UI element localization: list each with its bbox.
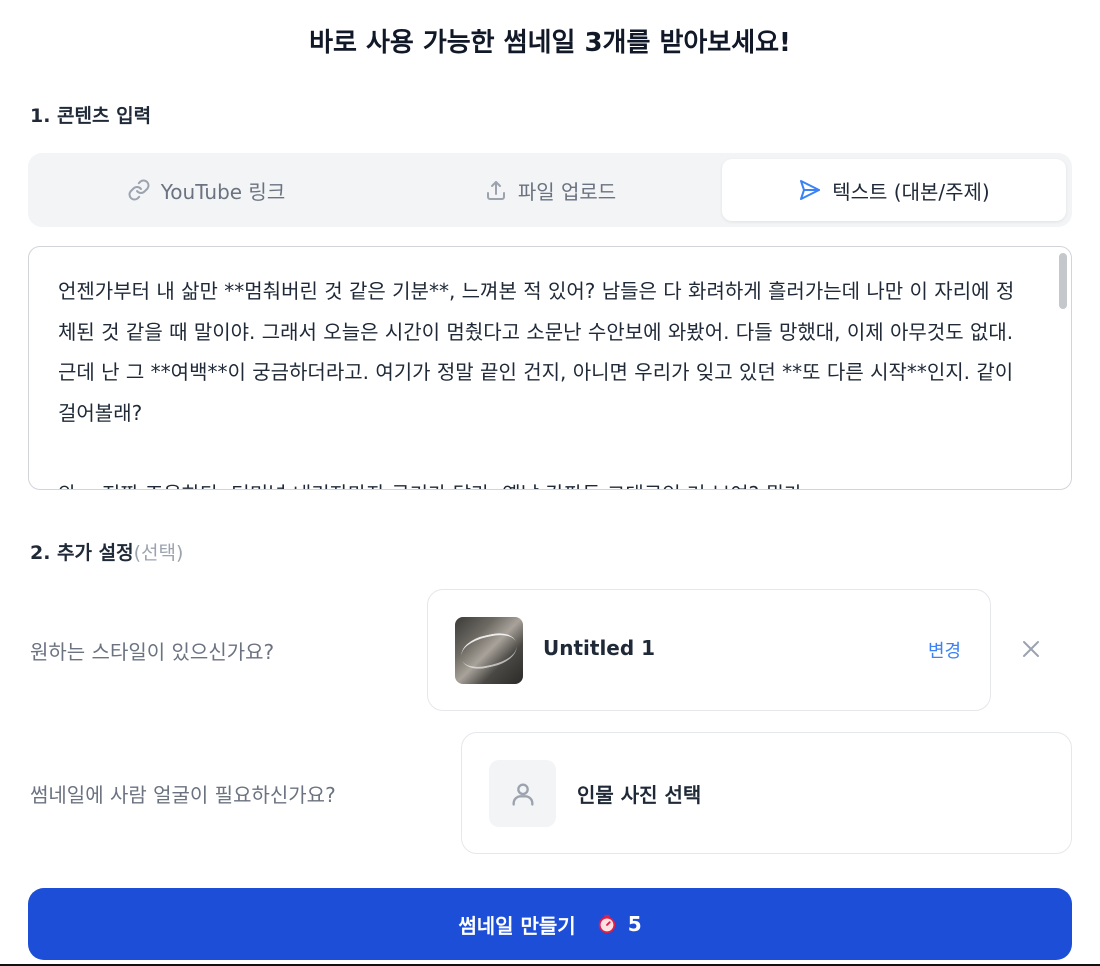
- send-icon: [800, 180, 821, 200]
- remove-style-button[interactable]: [1019, 637, 1043, 661]
- style-card: Untitled 1 변경: [427, 589, 991, 711]
- input-mode-tabs: YouTube 링크 파일 업로드 텍스트 (대본/주제): [28, 153, 1072, 227]
- make-thumbnail-label: 썸네일 만들기: [458, 913, 576, 938]
- tab-youtube-link[interactable]: YouTube 링크: [34, 159, 378, 221]
- style-question: 원하는 스타일이 있으신가요?: [30, 640, 275, 664]
- make-thumbnail-button[interactable]: 썸네일 만들기 5: [28, 888, 1072, 960]
- person-icon-box: [489, 760, 556, 827]
- select-person-photo-button[interactable]: 인물 사진 선택: [461, 732, 1072, 854]
- person-icon: [511, 783, 533, 806]
- section-label-content-input: 1. 콘텐츠 입력: [30, 105, 152, 127]
- section-label-extra-settings: 2. 추가 설정(선택): [30, 538, 183, 565]
- tab-text-script[interactable]: 텍스트 (대본/주제): [722, 159, 1066, 221]
- close-icon: [1023, 641, 1039, 657]
- tab-file-upload[interactable]: 파일 업로드: [378, 159, 722, 221]
- link-icon: [128, 179, 150, 201]
- select-person-photo-label: 인물 사진 선택: [577, 783, 702, 807]
- textarea-scrollbar[interactable]: [1058, 253, 1068, 483]
- credit-cost: 5: [596, 912, 642, 936]
- change-style-button[interactable]: 변경: [928, 637, 961, 663]
- upload-icon: [486, 181, 505, 200]
- optional-label: (선택): [133, 542, 184, 564]
- tab-file-upload-label: 파일 업로드: [517, 179, 617, 204]
- tab-youtube-link-label: YouTube 링크: [160, 179, 286, 204]
- content-textarea[interactable]: 언젠가부터 내 삶만 **멈춰버린 것 같은 기분**, 느껴본 적 있어? 남…: [28, 246, 1072, 490]
- credit-count: 5: [627, 912, 642, 936]
- thumbnail-sign-art: [458, 629, 520, 673]
- style-thumbnail-image: [455, 617, 523, 684]
- timer-icon: [598, 914, 615, 934]
- page-title: 바로 사용 가능한 썸네일 3개를 받아보세요!: [309, 28, 791, 58]
- face-question: 썸네일에 사람 얼굴이 필요하신가요?: [30, 783, 336, 807]
- scrollbar-thumb[interactable]: [1059, 253, 1067, 309]
- tab-text-script-label: 텍스트 (대본/주제): [832, 179, 990, 204]
- style-name: Untitled 1: [543, 636, 656, 660]
- content-text[interactable]: 언젠가부터 내 삶만 **멈춰버린 것 같은 기분**, 느껴본 적 있어? 남…: [29, 247, 1071, 489]
- section-label-extra-settings-text: 2. 추가 설정: [30, 542, 134, 564]
